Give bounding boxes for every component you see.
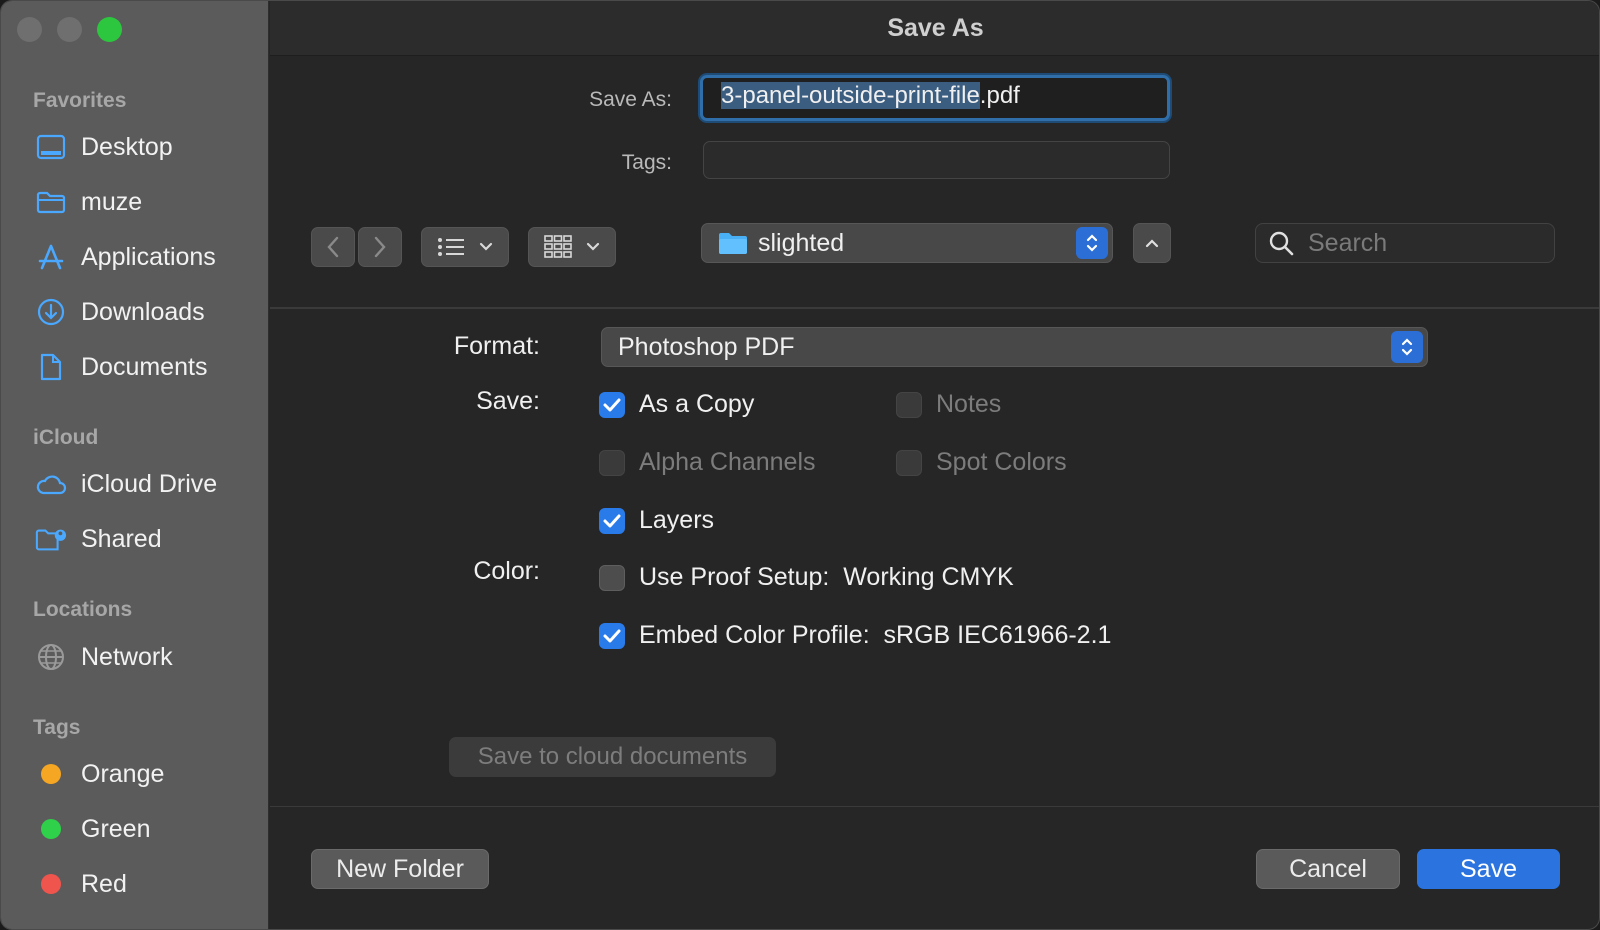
sidebar-item-label: Downloads [81, 297, 205, 326]
save-options-label: Save: [476, 387, 540, 415]
zoom-window-button[interactable] [97, 17, 122, 42]
checkbox-label: Notes [936, 390, 1002, 418]
sidebar-item-tag-orange[interactable]: Orange [35, 754, 164, 794]
close-window-button[interactable] [17, 17, 42, 42]
sidebar-section-locations: Locations [33, 598, 133, 621]
sidebar-item-label: Shared [81, 524, 162, 553]
folder-icon [35, 186, 67, 218]
checkbox-label: Use Proof Setup: Working CMYK [639, 563, 1014, 591]
file-location-area: Save As: 3-panel-outside-print-file.pdf … [270, 57, 1599, 309]
grid-view-button[interactable] [528, 227, 616, 267]
list-view-button[interactable] [421, 227, 509, 267]
embed-color-profile-checkbox[interactable]: Embed Color Profile: sRGB IEC61966-2.1 [599, 621, 1111, 650]
chevron-down-icon [479, 242, 493, 251]
window-title: Save As [270, 1, 1599, 56]
filename-extension: .pdf [979, 82, 1020, 109]
sidebar-item-desktop[interactable]: Desktop [35, 127, 173, 167]
sidebar-item-label: Network [81, 642, 173, 671]
checkbox-label: As a Copy [639, 390, 755, 418]
sidebar-item-documents[interactable]: Documents [35, 347, 207, 387]
green-tag-dot-icon [41, 819, 61, 839]
popup-stepper-icon [1076, 227, 1108, 259]
checkbox-label: Alpha Channels [639, 448, 816, 476]
layers-checkbox[interactable]: Layers [599, 506, 714, 535]
checkmark-icon [599, 507, 625, 534]
desktop-icon [35, 131, 67, 163]
sidebar-section-favorites: Favorites [33, 89, 127, 112]
format-value: Photoshop PDF [618, 332, 795, 361]
red-tag-dot-icon [41, 874, 61, 894]
notes-checkbox[interactable]: Notes [896, 390, 1001, 419]
sidebar-item-applications[interactable]: Applications [35, 237, 216, 277]
sidebar-item-downloads[interactable]: Downloads [35, 292, 205, 332]
location-folder-name: slighted [758, 228, 845, 257]
sidebar-item-label: Desktop [81, 132, 173, 161]
sidebar-section-icloud: iCloud [33, 426, 99, 449]
sidebar-item-label: Red [81, 869, 127, 898]
checkmark-icon [599, 391, 625, 418]
sidebar-item-shared[interactable]: Shared [35, 519, 162, 559]
search-icon [1269, 231, 1294, 256]
save-to-cloud-button[interactable]: Save to cloud documents [449, 737, 776, 777]
globe-icon [35, 641, 67, 673]
chevron-up-icon [1145, 239, 1159, 248]
tags-label: Tags: [621, 151, 672, 174]
save-as-dialog: Favorites Desktop muze Applications Down… [0, 0, 1600, 930]
list-view-icon [438, 238, 464, 256]
expand-collapse-button[interactable] [1133, 223, 1171, 263]
tags-input[interactable] [703, 141, 1170, 179]
shared-folder-icon [35, 523, 67, 555]
new-folder-button[interactable]: New Folder [311, 849, 489, 889]
main-panel: Save As Save As: 3-panel-outside-print-f… [270, 1, 1599, 929]
alpha-channels-checkbox[interactable]: Alpha Channels [599, 448, 816, 477]
save-button[interactable]: Save [1417, 849, 1560, 889]
checkbox-label: Embed Color Profile: sRGB IEC61966-2.1 [639, 621, 1112, 649]
search-placeholder: Search [1308, 228, 1388, 257]
chevron-down-icon [586, 242, 600, 251]
cloud-icon [35, 468, 67, 500]
grid-view-icon [544, 235, 572, 258]
save-as-label: Save As: [589, 88, 672, 111]
filename-input[interactable]: 3-panel-outside-print-file.pdf [700, 75, 1170, 121]
sidebar-item-label: Documents [81, 352, 208, 381]
document-icon [35, 351, 67, 383]
checkbox-label: Spot Colors [936, 448, 1067, 476]
sidebar-section-tags: Tags [33, 716, 81, 739]
popup-stepper-icon [1391, 331, 1423, 363]
filename-selected-text: 3-panel-outside-print-file [721, 82, 980, 109]
sidebar-item-label: Green [81, 814, 151, 843]
format-popup[interactable]: Photoshop PDF [601, 327, 1428, 367]
sidebar-item-label: iCloud Drive [81, 469, 218, 498]
sidebar-item-tag-red[interactable]: Red [35, 864, 127, 904]
location-popup[interactable]: slighted [701, 223, 1113, 263]
use-proof-setup-checkbox[interactable]: Use Proof Setup: Working CMYK [599, 563, 1014, 592]
sidebar-item-muze[interactable]: muze [35, 182, 142, 222]
chevron-left-icon [327, 236, 339, 258]
back-button[interactable] [311, 227, 355, 267]
sidebar-item-label: Orange [81, 759, 165, 788]
sidebar-item-label: Applications [81, 242, 216, 271]
forward-button[interactable] [358, 227, 402, 267]
folder-icon [719, 233, 747, 254]
orange-tag-dot-icon [41, 764, 61, 784]
spot-colors-checkbox[interactable]: Spot Colors [896, 448, 1067, 477]
sidebar: Favorites Desktop muze Applications Down… [1, 1, 269, 929]
download-icon [35, 296, 67, 328]
cancel-button[interactable]: Cancel [1256, 849, 1400, 889]
as-a-copy-checkbox[interactable]: As a Copy [599, 390, 754, 419]
window-controls [17, 17, 122, 42]
color-label: Color: [473, 557, 540, 585]
sidebar-item-tag-green[interactable]: Green [35, 809, 150, 849]
format-label: Format: [453, 332, 540, 360]
sidebar-item-label: muze [81, 187, 143, 216]
chevron-right-icon [374, 236, 386, 258]
search-field[interactable]: Search [1255, 223, 1555, 263]
format-options-area: Format: Photoshop PDF Save: As a Copy No… [270, 311, 1599, 807]
checkbox-label: Layers [639, 506, 715, 534]
minimize-window-button[interactable] [57, 17, 82, 42]
sidebar-item-icloud-drive[interactable]: iCloud Drive [35, 464, 217, 504]
sidebar-item-network[interactable]: Network [35, 637, 173, 677]
applications-icon [35, 241, 67, 273]
checkmark-icon [599, 622, 625, 649]
